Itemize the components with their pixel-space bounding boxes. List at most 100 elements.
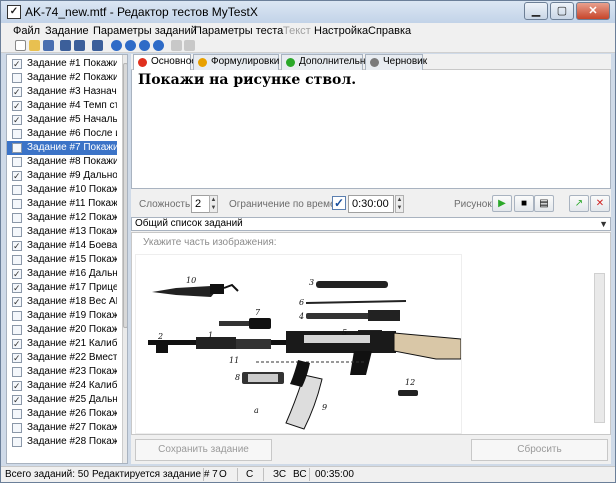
task-list-item[interactable]: Задание #3 Назначение	[7, 85, 117, 99]
question-editor[interactable]: Покажи на рисунке ствол.	[131, 70, 611, 189]
fig-label-4: 4	[298, 312, 304, 321]
task-list-item[interactable]: Задание #23 Покажи на	[7, 365, 117, 379]
time-spin-buttons[interactable]: ▲ ▼	[395, 195, 404, 213]
task-list-item[interactable]: Задание #19 Покажи на	[7, 309, 117, 323]
camera-icon[interactable]: ■	[514, 195, 534, 212]
task-list-combo[interactable]: Общий список заданий ▼	[131, 217, 611, 231]
task-list-item[interactable]: Задание #27 Покажи на	[7, 421, 117, 435]
next-task-icon[interactable]	[139, 40, 150, 51]
load-picture-button[interactable]: ▶	[492, 195, 512, 212]
menu-test-params[interactable]: Параметры теста	[194, 25, 283, 37]
fig-label-12: 12	[405, 378, 415, 387]
minimize-button[interactable]: ▁	[524, 2, 548, 20]
difficulty-spin-buttons[interactable]: ▲ ▼	[209, 195, 218, 213]
task-list-item-label: Задание #21 Калибр ст	[27, 338, 117, 349]
answer-scrollbar[interactable]	[594, 273, 605, 423]
task-list-item[interactable]: Задание #1 Покажи на р	[7, 57, 117, 71]
gray-dot-icon	[370, 58, 379, 67]
status-time: 00:35:00	[315, 469, 354, 480]
task-list-item[interactable]: Задание #15 Покажи на	[7, 253, 117, 267]
task-list-item[interactable]: Задание #18 Вес АК-74	[7, 295, 117, 309]
task-list-item[interactable]: Задание #12 Покажи на	[7, 211, 117, 225]
task-list-item[interactable]: Задание #4 Темп стрел	[7, 99, 117, 113]
doc-icon	[12, 227, 22, 237]
export-picture-button[interactable]: ↗	[569, 195, 589, 212]
task-list-item[interactable]: Задание #11 Покажите	[7, 197, 117, 211]
copy-icon[interactable]	[171, 40, 182, 51]
menu-help[interactable]: Справка	[368, 25, 411, 37]
task-list-item[interactable]: Задание #8 Покажи на р	[7, 155, 117, 169]
task-list-item-label: Задание #10 Покажи на	[27, 184, 117, 195]
tab-additional[interactable]: Дополнительно	[281, 54, 371, 70]
task-list-item[interactable]: Задание #16 Дальность	[7, 267, 117, 281]
status-vs: ВС	[293, 469, 307, 480]
tab-formulations-label: Формулировки	[211, 56, 280, 67]
task-list-item[interactable]: Задание #17 Прицельна	[7, 281, 117, 295]
app-window: ✓ AK-74_new.mtf - Редактор тестов MyTest…	[0, 0, 616, 483]
task-list-item[interactable]: Задание #10 Покажи на	[7, 183, 117, 197]
task-list-item-label: Задание #27 Покажи на	[27, 422, 117, 433]
add-task-icon[interactable]	[60, 40, 71, 51]
doc-icon	[12, 143, 22, 153]
maximize-button[interactable]: ▢	[550, 2, 574, 20]
reset-button[interactable]: Сбросить	[471, 439, 608, 461]
tab-draft[interactable]: Черновик	[365, 54, 427, 70]
task-list-item-label: Задание #13 Покажи на	[27, 226, 117, 237]
tab-formulations[interactable]: Формулировки	[193, 54, 279, 70]
fig-label-7: 7	[255, 308, 261, 317]
time-limit-checkbox[interactable]: ✓	[332, 196, 346, 210]
open-icon[interactable]	[29, 40, 40, 51]
question-text[interactable]: Покажи на рисунке ствол.	[138, 72, 356, 88]
tab-main[interactable]: Основное	[133, 54, 197, 70]
menu-task-params[interactable]: Параметры заданий	[93, 25, 197, 37]
checked-doc-icon	[12, 295, 22, 309]
task-list-scroll-thumb[interactable]	[123, 63, 127, 328]
doc-icon	[12, 157, 22, 167]
task-list-item[interactable]: Задание #5 Начальная с	[7, 113, 117, 127]
task-list-item[interactable]: Задание #24 Калибр ст	[7, 379, 117, 393]
task-list-item[interactable]: Задание #25 Дальность	[7, 393, 117, 407]
fig-label-9: 9	[322, 403, 327, 412]
task-list-item[interactable]: Задание #7 Покажи на р	[7, 141, 117, 155]
task-list-item[interactable]: Задание #2 Покажи на р	[7, 71, 117, 85]
first-task-icon[interactable]	[111, 40, 122, 51]
delete-picture-button[interactable]: ✕	[590, 195, 610, 212]
menu-task[interactable]: Задание	[45, 25, 89, 37]
task-list-item[interactable]: Задание #6 После извле	[7, 127, 117, 141]
menu-file[interactable]: Файл	[13, 25, 40, 37]
task-list-item[interactable]: Задание #21 Калибр ст	[7, 337, 117, 351]
doc-icon	[12, 437, 22, 447]
menu-text[interactable]: Текст	[283, 25, 311, 37]
prev-task-icon[interactable]	[125, 40, 136, 51]
checked-doc-icon	[12, 99, 22, 113]
task-list-item[interactable]: Задание #26 Покажи на	[7, 407, 117, 421]
task-list-item[interactable]: Задание #20 Покажи на	[7, 323, 117, 337]
task-list-item-label: Задание #20 Покажи на	[27, 324, 117, 335]
status-zs: ЗС	[273, 469, 287, 480]
save-task-button[interactable]: Сохранить задание	[135, 439, 272, 461]
task-list-item[interactable]: Задание #22 Вместимос	[7, 351, 117, 365]
menu-settings[interactable]: Настройка	[314, 25, 368, 37]
app-icon: ✓	[7, 5, 21, 19]
task-list-item-label: Задание #15 Покажи на	[27, 254, 117, 265]
task-list-item[interactable]: Задание #13 Покажи на	[7, 225, 117, 239]
task-list-item[interactable]: Задание #9 Дальность	[7, 169, 117, 183]
doc-icon	[12, 185, 22, 195]
last-task-icon[interactable]	[153, 40, 164, 51]
task-list-item[interactable]: Задание #28 Покажи на	[7, 435, 117, 449]
close-button[interactable]: ✕	[576, 2, 610, 20]
checked-doc-icon	[12, 351, 22, 365]
save-icon[interactable]	[43, 40, 54, 51]
paste-icon[interactable]	[184, 40, 195, 51]
new-icon[interactable]	[15, 40, 26, 51]
delete-task-icon[interactable]	[92, 40, 103, 51]
red-dot-icon	[138, 58, 147, 67]
chevron-down-icon[interactable]: ▼	[599, 218, 608, 230]
paste-picture-button[interactable]: ▤	[534, 195, 554, 212]
doc-icon	[12, 423, 22, 433]
weapon-diagram-image[interactable]: 10 7 3 6 4 5 1 2 11 8 9 12 а	[135, 254, 462, 434]
task-list-item[interactable]: Задание #14 Боевая ско	[7, 239, 117, 253]
status-s: С	[246, 469, 254, 480]
insert-task-icon[interactable]	[74, 40, 85, 51]
time-limit-input[interactable]: 0:30:00	[348, 195, 394, 213]
